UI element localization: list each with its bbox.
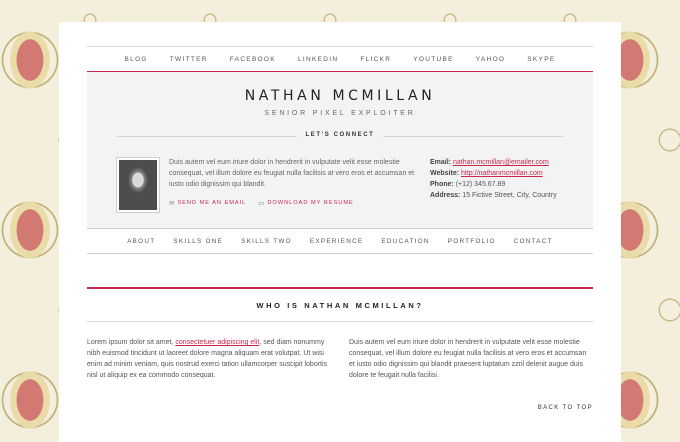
send-email-link[interactable]: ✉ SEND ME AN EMAIL bbox=[169, 199, 246, 207]
top-nav-blog[interactable]: Blog bbox=[114, 56, 159, 63]
email-link[interactable]: nathan.mcmillan@emailer.com bbox=[453, 159, 549, 166]
about-text-start: Lorem ipsum dolor sit amet, bbox=[87, 339, 176, 346]
section-nav: About Skills One Skills Two Experience E… bbox=[87, 228, 593, 254]
section-nav-contact[interactable]: Contact bbox=[505, 238, 562, 245]
section-title: WHO IS NATHAN MCMILLAN? bbox=[87, 287, 593, 322]
bio-text: Duis autem vel eum iriure dolor in hendr… bbox=[169, 159, 415, 188]
section-nav-experience[interactable]: Experience bbox=[301, 238, 373, 245]
avatar-photo bbox=[119, 160, 157, 210]
profile-name: NATHAN MCMILLAN bbox=[244, 88, 436, 104]
section-nav-education[interactable]: Education bbox=[372, 238, 438, 245]
action-links: ✉ SEND ME AN EMAIL ▭ DOWNLOAD MY RESUME bbox=[169, 199, 354, 207]
address-value: 15 Fictive Street, City, Country bbox=[462, 192, 557, 199]
top-nav-youtube[interactable]: YouTube bbox=[402, 56, 465, 63]
website-label: Website: bbox=[430, 170, 460, 177]
section-nav-about[interactable]: About bbox=[118, 238, 164, 245]
connect-heading: LET'S CONNECT bbox=[296, 132, 384, 138]
send-email-label: SEND ME AN EMAIL bbox=[177, 200, 247, 206]
phone-value: (+12) 345.67.89 bbox=[455, 181, 506, 188]
top-nav: Blog Twitter Facebook LinkedIn Flickr Yo… bbox=[87, 46, 593, 73]
envelope-icon: ✉ bbox=[169, 200, 175, 207]
about-column-left: Lorem ipsum dolor sit amet, consectetuer… bbox=[87, 337, 331, 381]
top-nav-facebook[interactable]: Facebook bbox=[219, 56, 287, 63]
about-column-right: Duis autem vel eum iriure dolor in hendr… bbox=[349, 339, 587, 379]
inline-link[interactable]: consectetuer adipiscing elit bbox=[175, 339, 259, 346]
phone-label: Phone: bbox=[430, 181, 454, 188]
download-resume-label: DOWNLOAD MY RESUME bbox=[267, 200, 354, 206]
contact-details: Email: nathan.mcmillan@emailer.com Websi… bbox=[430, 157, 590, 201]
top-nav-skype[interactable]: Skype bbox=[516, 56, 566, 63]
page-container: Blog Twitter Facebook LinkedIn Flickr Yo… bbox=[59, 22, 621, 442]
avatar bbox=[116, 157, 160, 213]
website-link[interactable]: http://nathanmcmillan.com bbox=[461, 170, 543, 177]
profile-header: NATHAN MCMILLAN SENIOR PIXEL EXPLOITER L… bbox=[87, 72, 593, 228]
back-to-top-link[interactable]: BACK TO TOP bbox=[538, 405, 593, 411]
section-nav-portfolio[interactable]: Portfolio bbox=[439, 238, 505, 245]
top-nav-linkedin[interactable]: LinkedIn bbox=[287, 56, 349, 63]
profile-subtitle: SENIOR PIXEL EXPLOITER bbox=[264, 110, 416, 117]
download-resume-link[interactable]: ▭ DOWNLOAD MY RESUME bbox=[258, 199, 353, 207]
section-nav-skills-one[interactable]: Skills One bbox=[164, 238, 232, 245]
address-label: Address: bbox=[430, 192, 461, 199]
top-nav-flickr[interactable]: Flickr bbox=[349, 56, 402, 63]
top-nav-yahoo[interactable]: Yahoo bbox=[465, 56, 517, 63]
email-label: Email: bbox=[430, 159, 452, 166]
section-nav-skills-two[interactable]: Skills Two bbox=[232, 238, 301, 245]
document-icon: ▭ bbox=[258, 200, 265, 207]
top-nav-twitter[interactable]: Twitter bbox=[159, 56, 219, 63]
